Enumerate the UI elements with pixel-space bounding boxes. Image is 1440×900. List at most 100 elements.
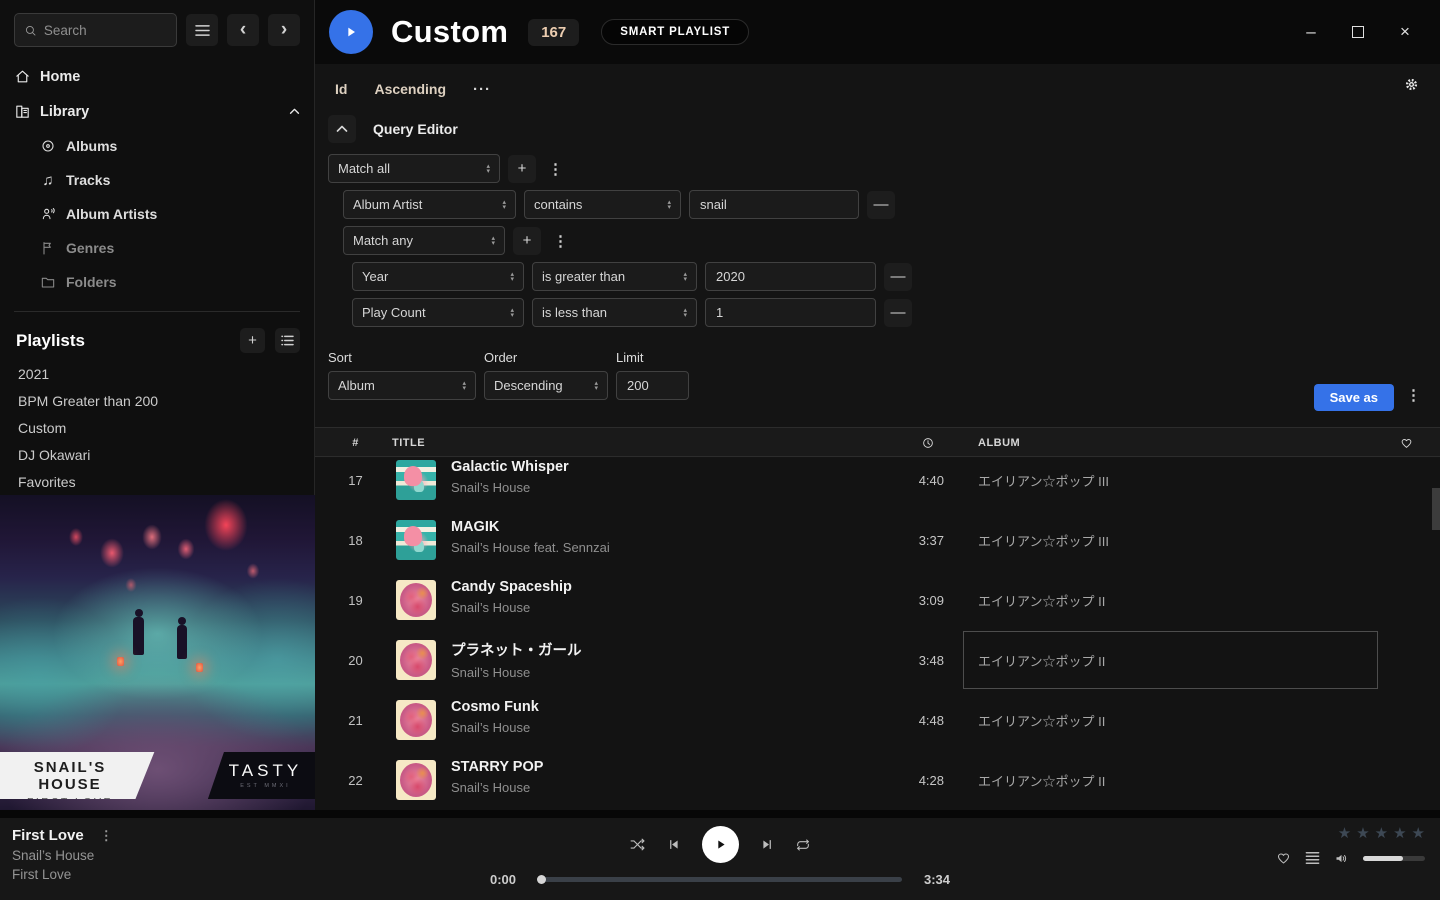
shuffle-button[interactable] xyxy=(628,836,647,853)
save-as-button[interactable]: Save as xyxy=(1314,384,1394,411)
track-row[interactable]: 22 STARRY POP Snail’s House 4:28 エイリアン☆ポ… xyxy=(315,750,1440,810)
volume-button[interactable] xyxy=(1333,851,1350,866)
forward-button[interactable]: › xyxy=(268,14,300,46)
track-artist[interactable]: Snail’s House xyxy=(451,480,569,495)
track-row[interactable]: 18 MAGIK Snail’s House feat. Sennzai 3:3… xyxy=(315,510,1440,570)
playlist-item[interactable]: Favorites xyxy=(16,469,298,496)
group-options-button[interactable]: ⋮ xyxy=(549,232,572,250)
rule-operator-select[interactable]: is greater than ▴▾ xyxy=(532,262,697,291)
track-album[interactable]: エイリアン☆ポップ III xyxy=(978,510,1109,570)
track-artist[interactable]: Snail’s House xyxy=(451,780,543,795)
star-icon[interactable]: ★ xyxy=(1375,824,1388,842)
match-type-select[interactable]: Match any ▴▾ xyxy=(343,226,505,255)
group-options-button[interactable]: ⋮ xyxy=(544,160,567,178)
sidebar-item-library[interactable]: Library xyxy=(0,94,314,129)
rule-value-input[interactable] xyxy=(705,298,876,327)
now-playing-album[interactable]: First Love xyxy=(12,867,117,882)
track-album[interactable]: エイリアン☆ポップ II xyxy=(978,690,1105,750)
back-button[interactable]: ‹ xyxy=(227,14,259,46)
maximize-button[interactable] xyxy=(1349,23,1367,41)
playlist-item[interactable]: DJ Okawari xyxy=(16,442,298,469)
sidebar-item-genres[interactable]: Genres xyxy=(40,231,314,265)
sidebar-item-home[interactable]: Home xyxy=(0,59,314,94)
star-icon[interactable]: ★ xyxy=(1412,824,1425,842)
add-playlist-button[interactable]: + xyxy=(240,328,265,353)
track-title[interactable]: MAGIK xyxy=(451,519,610,535)
match-type-select[interactable]: Match all ▴▾ xyxy=(328,154,500,183)
chevron-up-icon[interactable] xyxy=(289,108,300,115)
rating-stars[interactable]: ★ ★ ★ ★ ★ xyxy=(1275,824,1425,842)
track-artist[interactable]: Snail’s House xyxy=(451,600,572,615)
play-playlist-button[interactable] xyxy=(329,10,373,54)
seek-bar[interactable] xyxy=(538,877,902,882)
repeat-button[interactable] xyxy=(794,837,812,853)
remove-rule-button[interactable]: — xyxy=(884,263,912,291)
track-artist[interactable]: Snail’s House xyxy=(451,720,539,735)
track-album[interactable]: エイリアン☆ポップ II xyxy=(978,750,1105,810)
now-playing-album-art[interactable]: SNAIL'S HOUSE FIRST LOVE TASTY EST MMXI xyxy=(0,495,315,810)
track-title[interactable]: プラネット・ガール xyxy=(451,639,582,660)
menu-button[interactable] xyxy=(186,14,218,46)
sort-field-button[interactable]: Id xyxy=(335,81,347,97)
queue-button[interactable] xyxy=(1305,851,1320,865)
favorite-column-header[interactable] xyxy=(1399,428,1414,458)
track-row[interactable]: 20 プラネット・ガール Snail’s House 3:48 エイリアン☆ポッ… xyxy=(315,630,1440,690)
sort-order-button[interactable]: Ascending xyxy=(374,81,446,97)
star-icon[interactable]: ★ xyxy=(1393,824,1406,842)
sidebar-item-albums[interactable]: Albums xyxy=(40,129,314,163)
rule-field-select[interactable]: Play Count ▴▾ xyxy=(352,298,524,327)
sort-select[interactable]: Album ▴▾ xyxy=(328,371,476,400)
rule-operator-select[interactable]: contains ▴▾ xyxy=(524,190,681,219)
collapse-query-editor-button[interactable] xyxy=(328,115,356,143)
rule-value-input[interactable] xyxy=(689,190,859,219)
track-title[interactable]: Candy Spaceship xyxy=(451,579,572,595)
seek-knob[interactable] xyxy=(537,875,546,884)
remove-rule-button[interactable]: — xyxy=(867,191,895,219)
rule-field-select[interactable]: Year ▴▾ xyxy=(352,262,524,291)
now-playing-options-button[interactable]: ⋮ xyxy=(96,828,117,844)
column-index[interactable]: # xyxy=(315,428,396,458)
limit-input[interactable] xyxy=(616,371,689,400)
save-options-button[interactable]: ⋮ xyxy=(1402,386,1425,404)
add-rule-button[interactable]: + xyxy=(508,155,536,183)
sidebar-item-album-artists[interactable]: Album Artists xyxy=(40,197,314,231)
track-album[interactable]: エイリアン☆ポップ II xyxy=(978,570,1105,630)
track-title[interactable]: Galactic Whisper xyxy=(451,459,569,475)
close-button[interactable]: × xyxy=(1396,23,1414,41)
playlist-item[interactable]: Custom xyxy=(16,415,298,442)
playlist-item[interactable]: BPM Greater than 200 xyxy=(16,388,298,415)
search-input[interactable] xyxy=(44,23,167,38)
track-title[interactable]: Cosmo Funk xyxy=(451,699,539,715)
star-icon[interactable]: ★ xyxy=(1356,824,1369,842)
rule-operator-select[interactable]: is less than ▴▾ xyxy=(532,298,697,327)
column-title[interactable]: TITLE xyxy=(392,428,425,458)
sidebar-item-tracks[interactable]: ♫ Tracks xyxy=(40,163,314,197)
next-button[interactable] xyxy=(759,837,774,852)
star-icon[interactable]: ★ xyxy=(1338,824,1351,842)
track-album[interactable]: エイリアン☆ポップ II xyxy=(978,630,1105,690)
settings-button[interactable] xyxy=(1403,76,1420,96)
track-title[interactable]: STARRY POP xyxy=(451,759,543,775)
search-box[interactable] xyxy=(14,13,177,47)
duration-column-header[interactable] xyxy=(921,428,935,458)
track-artist[interactable]: Snail’s House xyxy=(451,665,582,680)
now-playing-artist[interactable]: Snail’s House xyxy=(12,848,117,863)
now-playing-title[interactable]: First Love xyxy=(12,827,84,844)
sidebar-item-folders[interactable]: Folders xyxy=(40,265,314,299)
column-album[interactable]: ALBUM xyxy=(978,428,1020,458)
play-pause-button[interactable] xyxy=(702,826,739,863)
remove-rule-button[interactable]: — xyxy=(884,299,912,327)
add-rule-button[interactable]: + xyxy=(513,227,541,255)
playlist-item[interactable]: 2021 xyxy=(16,361,298,388)
track-row[interactable]: 19 Candy Spaceship Snail’s House 3:09 エイ… xyxy=(315,570,1440,630)
track-album[interactable]: エイリアン☆ポップ III xyxy=(978,458,1109,510)
rule-value-input[interactable] xyxy=(705,262,876,291)
favorite-button[interactable] xyxy=(1275,850,1292,866)
volume-slider[interactable] xyxy=(1363,856,1425,861)
rule-field-select[interactable]: Album Artist ▴▾ xyxy=(343,190,516,219)
track-row[interactable]: 21 Cosmo Funk Snail’s House 4:48 エイリアン☆ポ… xyxy=(315,690,1440,750)
playlist-list-button[interactable] xyxy=(275,328,300,353)
scrollbar-thumb[interactable] xyxy=(1432,488,1440,530)
track-row[interactable]: 17 Galactic Whisper Snail’s House 4:40 エ… xyxy=(315,458,1440,510)
previous-button[interactable] xyxy=(667,837,682,852)
